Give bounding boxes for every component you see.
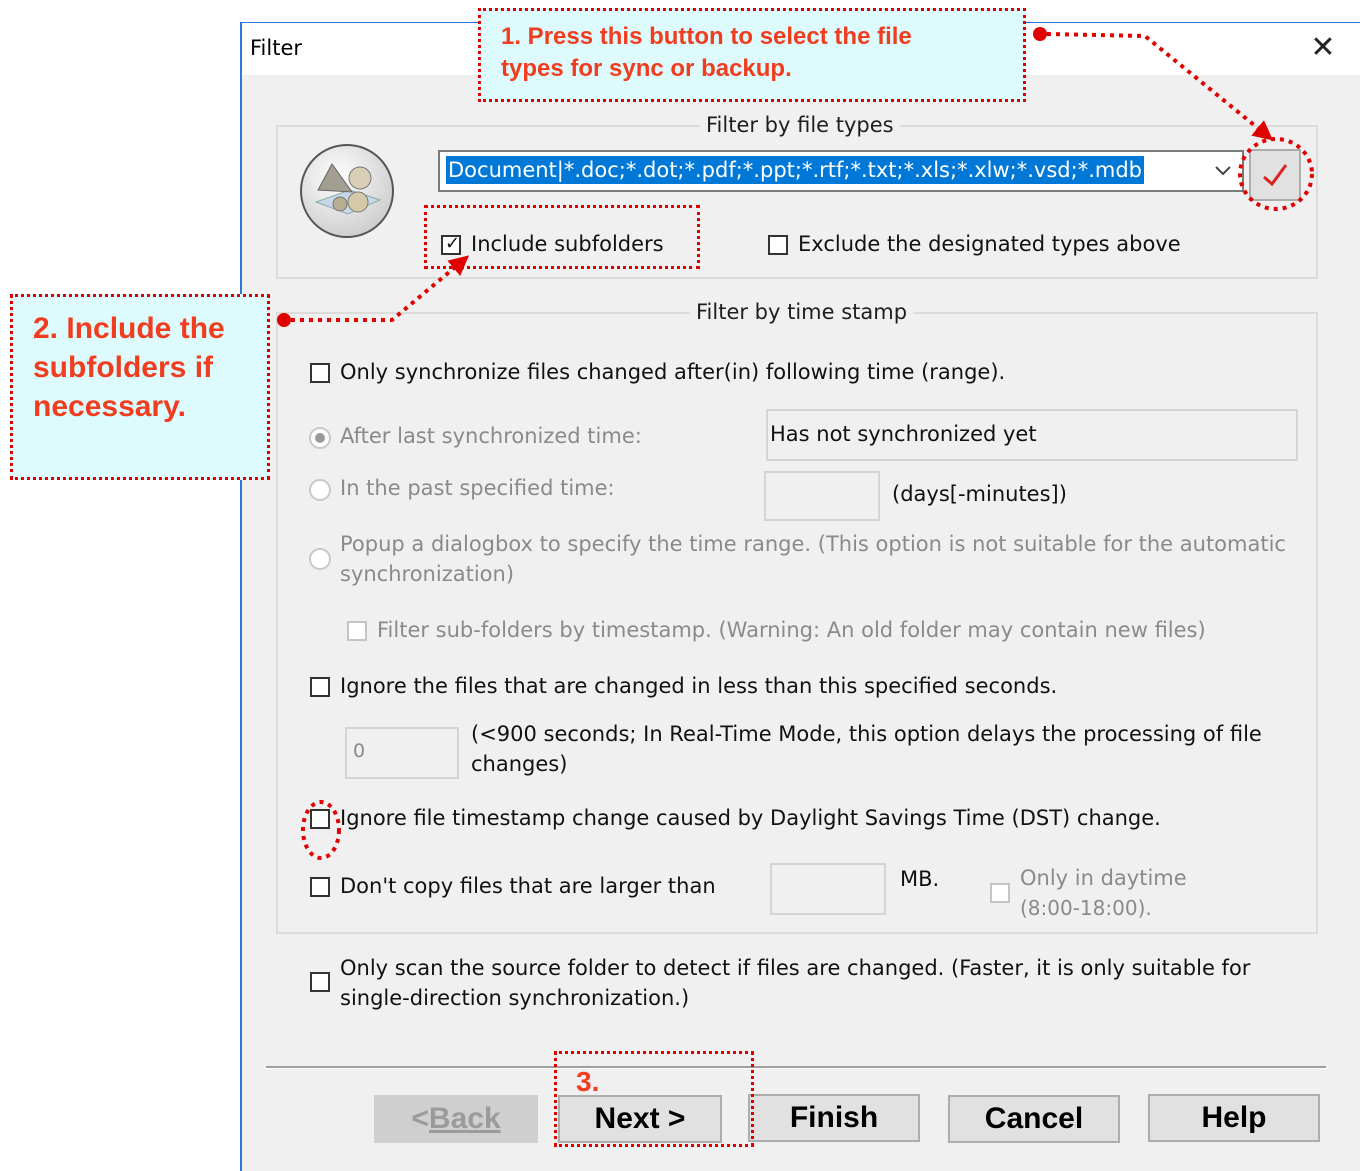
select-button-highlight (1238, 137, 1314, 211)
annotation-arrows (277, 27, 1314, 860)
dst-checkbox-highlight (301, 800, 341, 860)
arrow-to-include-subfolders (277, 255, 470, 327)
arrow-to-select-button (1033, 27, 1274, 141)
